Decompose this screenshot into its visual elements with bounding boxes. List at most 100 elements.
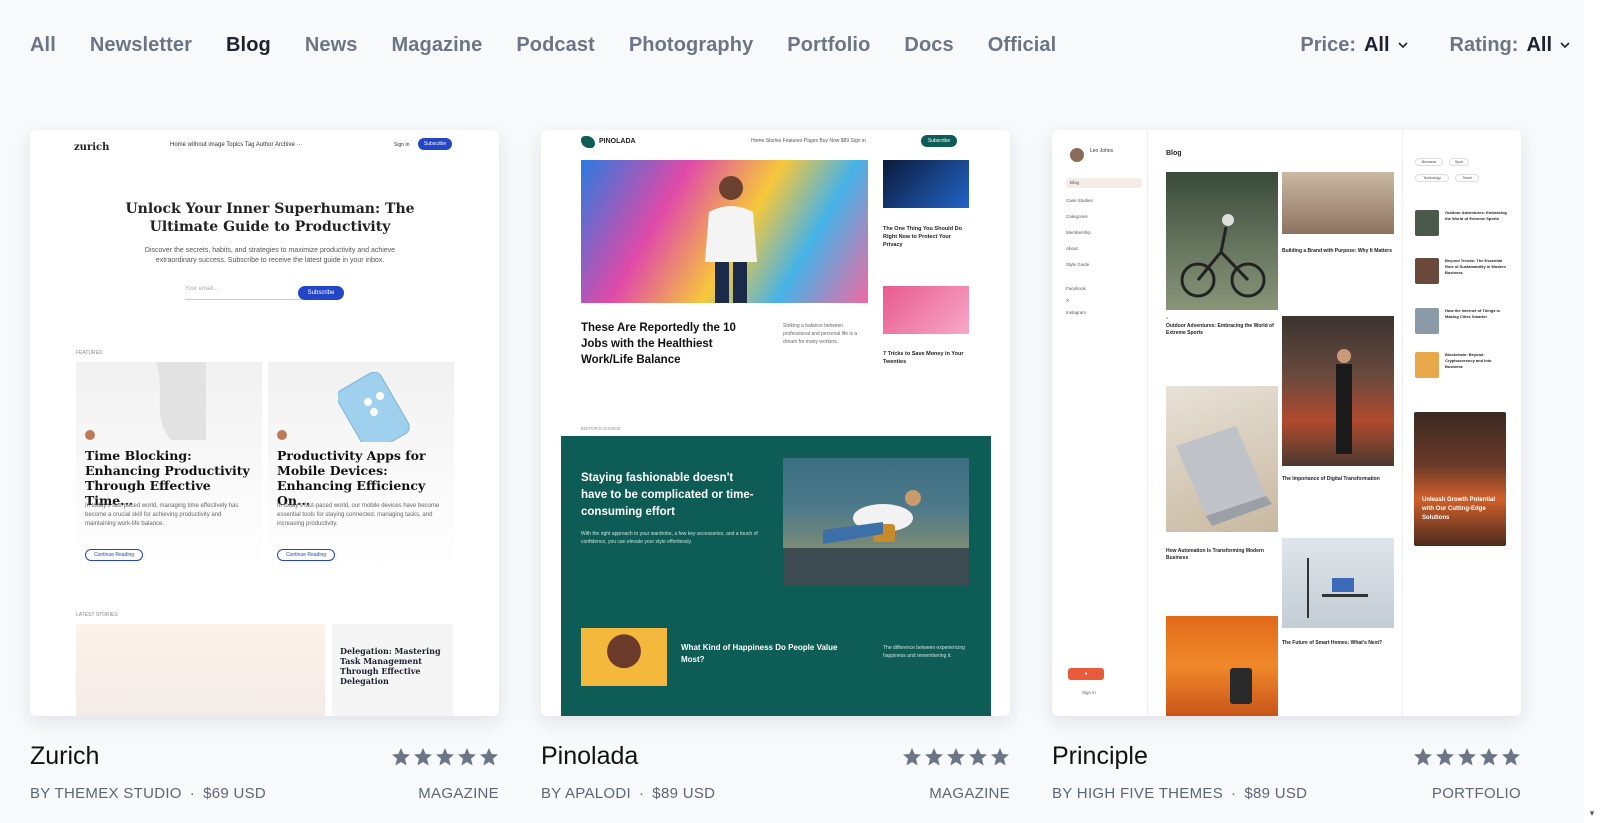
preview-main-sub: Striking a balance between professional …	[783, 323, 858, 345]
theme-byline: BY HIGH FIVE THEMES · $89 USD	[1052, 785, 1308, 802]
phone-illustration	[338, 372, 410, 442]
preview-side-image-1	[883, 160, 969, 208]
theme-sub: BY THEMEX STUDIO · $69 USD MAGAZINE	[30, 785, 499, 802]
preview-thumb	[1415, 210, 1439, 236]
preview-feature-2: Productivity Apps for Mobile Devices: En…	[268, 362, 454, 572]
preview-subscribe-button: Subscribe	[418, 138, 452, 150]
avatar	[85, 430, 95, 440]
chevron-down-icon	[1560, 42, 1570, 49]
star-icon	[480, 747, 498, 765]
theme-price: $89 USD	[652, 785, 716, 802]
preview-thumb	[1415, 258, 1439, 284]
laptop-illustration	[1176, 426, 1272, 526]
preview-nav: Home Stories Features Pages Buy Now $89 …	[751, 138, 866, 144]
preview-social: Facebook	[1066, 286, 1086, 291]
preview-menu-item: Membership	[1066, 230, 1091, 235]
tab-official[interactable]: Official	[988, 34, 1057, 57]
preview-tag: Technology	[1415, 174, 1449, 182]
preview-featured-label: FEATURED	[76, 350, 103, 356]
tab-news[interactable]: News	[305, 34, 358, 57]
preview-category-label: ●	[1166, 316, 1169, 320]
theme-meta: Pinolada	[541, 742, 1010, 771]
star-icon	[1458, 747, 1476, 765]
tab-blog[interactable]: Blog	[226, 34, 271, 57]
preview-right-post: Blockchain: Beyond Cryptocurrency and In…	[1445, 352, 1492, 369]
preview-side-image-2	[883, 286, 969, 334]
preview-logo: PINOLADA	[599, 138, 636, 145]
tab-all[interactable]: All	[30, 34, 56, 57]
theme-category[interactable]: MAGAZINE	[929, 785, 1010, 802]
preview-signin: Sign in	[1082, 690, 1096, 695]
star-icon	[1414, 747, 1432, 765]
theme-sub: BY APALODI · $89 USD MAGAZINE	[541, 785, 1010, 802]
theme-author[interactable]: BY APALODI	[541, 785, 631, 802]
theme-card-zurich[interactable]: zurich Home without image Topics Tag Aut…	[30, 130, 499, 802]
tab-podcast[interactable]: Podcast	[516, 34, 595, 57]
tab-photography[interactable]: Photography	[629, 34, 753, 57]
preview-laptop-image	[1166, 386, 1278, 532]
preview-latest-small: Delegation: Mastering Task Management Th…	[332, 624, 453, 716]
preview-post-4: The Importance of Digital Transformation	[1282, 476, 1380, 482]
preview-blog-title: Blog	[1166, 150, 1182, 157]
star-icon	[392, 747, 410, 765]
theme-category[interactable]: MAGAZINE	[418, 785, 499, 802]
preview-subscribe-button: Subscribe	[921, 135, 957, 147]
preview-feature-1: Time Blocking: Enhancing Productivity Th…	[76, 362, 262, 572]
theme-preview-zurich[interactable]: zurich Home without image Topics Tag Aut…	[30, 130, 499, 716]
filters: Price: All Rating: All	[1300, 34, 1570, 57]
preview-ad: Unleash Growth Potential with Our Cuttin…	[1414, 412, 1506, 546]
preview-feature-2-button: Continue Reading	[277, 549, 335, 561]
preview-menu-blog: Blog	[1066, 178, 1142, 188]
woman-sitting-illustration	[783, 490, 969, 586]
preview-feature-2-text: In today's fast-paced world, our mobile …	[277, 503, 440, 527]
price-filter[interactable]: Price: All	[1300, 33, 1408, 57]
rating-stars	[391, 747, 499, 767]
rating-filter[interactable]: Rating: All	[1450, 34, 1570, 57]
theme-card-principle[interactable]: Leo Johns Blog Case Studies Categories M…	[1052, 130, 1521, 802]
price-filter-value: All	[1363, 33, 1390, 56]
preview-ad-text: Unleash Growth Potential with Our Cuttin…	[1422, 497, 1496, 521]
tab-portfolio[interactable]: Portfolio	[787, 34, 870, 57]
preview-hero-sub: Discover the secrets, habits, and strate…	[144, 247, 396, 264]
star-icon	[903, 747, 921, 765]
preview-menu-item: Categories	[1066, 214, 1088, 219]
theme-name[interactable]: Pinolada	[541, 742, 638, 771]
preview-hero-title: Unlock Your Inner Superhuman: The Ultima…	[125, 201, 415, 235]
category-tabs: All Newsletter Blog News Magazine Podcas…	[30, 34, 1056, 57]
preview-social: Instagram	[1066, 310, 1087, 315]
theme-byline: BY APALODI · $89 USD	[541, 785, 716, 802]
preview-red-button: ●	[1068, 668, 1104, 680]
hand-illustration	[156, 362, 206, 440]
preview-email: Your email...	[185, 286, 305, 300]
preview-woman-image	[1282, 316, 1394, 466]
cyclist-illustration	[1180, 214, 1266, 298]
scroll-down-icon[interactable]: ▾	[1587, 808, 1597, 819]
theme-name[interactable]: Zurich	[30, 742, 99, 771]
tab-newsletter[interactable]: Newsletter	[90, 34, 192, 57]
theme-author[interactable]: BY THEMEX STUDIO	[30, 785, 182, 802]
scrollbar[interactable]: ▾	[1584, 0, 1600, 823]
preview-latest-label: LATEST STORIES	[76, 612, 118, 618]
preview-office-image	[1282, 172, 1394, 234]
tab-docs[interactable]: Docs	[904, 34, 953, 57]
preview-user: Leo Johns	[1090, 148, 1114, 154]
preview-main-title: These Are Reportedly the 10 Jobs with th…	[581, 322, 736, 366]
preview-menu-item: About	[1066, 246, 1078, 251]
theme-author[interactable]: BY HIGH FIVE THEMES	[1052, 785, 1223, 802]
preview-signin: Sign In	[394, 142, 410, 148]
theme-preview-pinolada[interactable]: PINOLADA Home Stories Features Pages Buy…	[541, 130, 1010, 716]
person-illustration	[705, 176, 757, 303]
theme-preview-principle[interactable]: Leo Johns Blog Case Studies Categories M…	[1052, 130, 1521, 716]
theme-category[interactable]: PORTFOLIO	[1432, 785, 1521, 802]
preview-jacket-image	[1166, 616, 1278, 716]
preview-green-image-2	[581, 628, 667, 686]
preview-latest-small-title: Delegation: Mastering Task Management Th…	[340, 646, 441, 686]
star-icon	[414, 747, 432, 765]
star-icon	[991, 747, 1009, 765]
tab-magazine[interactable]: Magazine	[392, 34, 483, 57]
filter-bar: All Newsletter Blog News Magazine Podcas…	[30, 30, 1570, 60]
star-icon	[947, 747, 965, 765]
theme-name[interactable]: Principle	[1052, 742, 1148, 771]
preview-editors-label: EDITOR'S CHOICE	[581, 426, 621, 431]
theme-card-pinolada[interactable]: PINOLADA Home Stories Features Pages Buy…	[541, 130, 1010, 802]
